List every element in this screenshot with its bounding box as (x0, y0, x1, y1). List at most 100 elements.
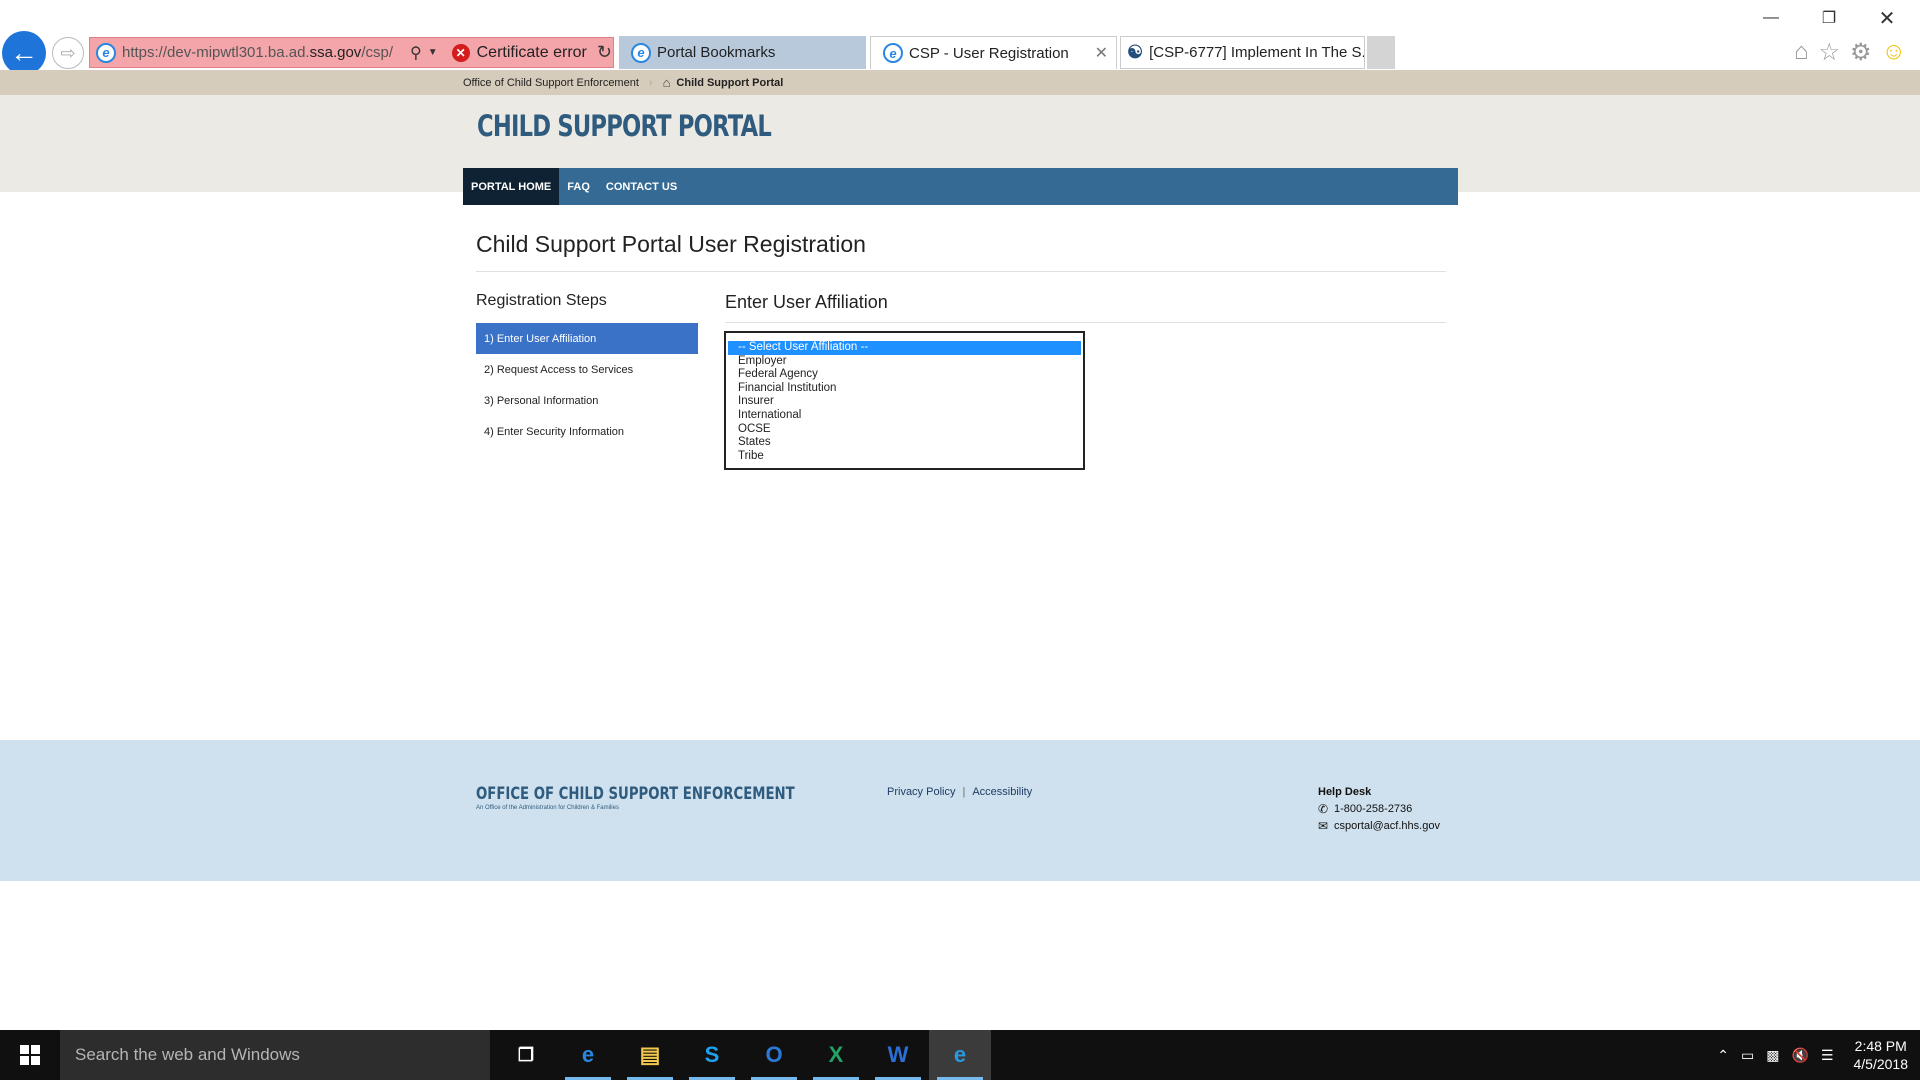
envelope-icon: ✉ (1318, 819, 1329, 833)
breadcrumb: Office of Child Support Enforcement › ⌂ … (463, 70, 783, 95)
address-url[interactable]: https://dev-mipwtl301.ba.ad.ssa.gov/csp/ (122, 44, 404, 61)
minimize-icon[interactable]: — (1748, 6, 1794, 30)
help-email-link[interactable]: csportal@acf.hhs.gov (1334, 820, 1440, 832)
network-icon[interactable]: ▩ (1766, 1047, 1779, 1064)
ocse-logo-subtitle: An Office of the Administration for Chil… (476, 805, 619, 811)
help-desk: Help Desk ✆ 1-800-258-2736 ✉ csportal@ac… (1318, 786, 1440, 836)
url-domain: ssa.gov (309, 44, 362, 61)
arrow-right-icon: ⇨ (60, 42, 76, 63)
breadcrumb-current: Child Support Portal (676, 76, 784, 89)
home-icon[interactable]: ⌂ (1794, 38, 1809, 67)
cert-error-label[interactable]: Certificate error (477, 44, 587, 62)
start-button[interactable] (0, 1030, 60, 1080)
step-security-information[interactable]: 4) Enter Security Information (476, 416, 698, 447)
tab-jira-issue[interactable]: ☯ [CSP-6777] Implement In The S... (1120, 36, 1365, 69)
accessibility-link[interactable]: Accessibility (972, 786, 1032, 798)
refresh-icon[interactable]: ↻ (597, 42, 612, 63)
chevron-up-icon[interactable]: ⌃ (1717, 1047, 1729, 1064)
nav-portal-home[interactable]: PORTAL HOME (463, 168, 560, 205)
windows-taskbar: Search the web and Windows ❐ e ▤ S O X W… (0, 1030, 1920, 1080)
divider (725, 322, 1446, 323)
url-prefix: https://dev-mipwtl301.ba.ad. (122, 44, 310, 61)
volume-muted-icon[interactable]: 🔇 (1792, 1047, 1809, 1064)
restore-icon[interactable]: ❐ (1806, 6, 1852, 30)
affiliation-option[interactable]: OCSE (728, 423, 1081, 437)
divider (476, 271, 1446, 272)
jira-icon: ☯ (1127, 42, 1144, 62)
tab-label: [CSP-6777] Implement In The S... (1149, 44, 1365, 61)
help-email-row: ✉ csportal@acf.hhs.gov (1318, 819, 1440, 833)
ocse-logo-title: OFFICE OF CHILD SUPPORT ENFORCEMENT (476, 784, 795, 804)
close-tab-icon[interactable]: ✕ (1095, 43, 1108, 63)
excel-icon[interactable]: X (805, 1030, 867, 1080)
affiliation-option[interactable]: International (728, 409, 1081, 423)
clock-date: 4/5/2018 (1853, 1056, 1909, 1072)
word-icon[interactable]: W (867, 1030, 929, 1080)
skype-icon[interactable]: S (681, 1030, 743, 1080)
step-personal-information[interactable]: 3) Personal Information (476, 385, 698, 416)
footer-link-separator: | (962, 786, 966, 798)
favorites-star-icon[interactable]: ☆ (1818, 38, 1840, 67)
help-phone: 1-800-258-2736 (1334, 803, 1413, 815)
step-request-access[interactable]: 2) Request Access to Services (476, 354, 698, 385)
address-bar[interactable]: e https://dev-mipwtl301.ba.ad.ssa.gov/cs… (89, 37, 614, 68)
tab-portal-bookmarks[interactable]: e Portal Bookmarks (619, 36, 866, 69)
windows-logo-icon (20, 1045, 40, 1065)
clock[interactable]: 2:48 PM 4/5/2018 (1854, 1037, 1909, 1073)
search-icon[interactable]: ⚲ (410, 43, 422, 63)
section-title: Enter User Affiliation (725, 292, 888, 312)
home-lock-icon: ⌂ (662, 75, 671, 90)
notifications-icon[interactable]: ☰ (1821, 1047, 1834, 1064)
footer-links: Privacy Policy | Accessibility (887, 786, 1032, 798)
task-view-icon[interactable]: ❐ (495, 1030, 557, 1080)
outlook-icon[interactable]: O (743, 1030, 805, 1080)
battery-icon[interactable]: ▭ (1741, 1047, 1754, 1064)
close-window-icon[interactable]: ✕ (1864, 6, 1910, 30)
affiliation-option[interactable]: Financial Institution (728, 382, 1081, 396)
portal-title[interactable]: CHILD SUPPORT PORTAL (477, 109, 772, 143)
main-nav: PORTAL HOME FAQ CONTACT US (463, 168, 1458, 205)
cert-error-icon[interactable]: ✕ (451, 43, 470, 62)
system-tray: ⌃ ▭ ▩ 🔇 ☰ 2:48 PM 4/5/2018 (1717, 1030, 1908, 1080)
nav-faq[interactable]: FAQ (559, 168, 598, 205)
ocse-logo[interactable]: OFFICE OF CHILD SUPPORT ENFORCEMENT An O… (476, 784, 885, 811)
ie-page-icon: e (96, 42, 116, 63)
file-explorer-icon[interactable]: ▤ (619, 1030, 681, 1080)
affiliation-option[interactable]: States (728, 436, 1081, 450)
affiliation-option[interactable]: Tribe (728, 450, 1081, 464)
breadcrumb-ocse-link[interactable]: Office of Child Support Enforcement (463, 77, 639, 89)
forward-button[interactable]: ⇨ (52, 37, 84, 69)
affiliation-option[interactable]: Employer (728, 355, 1081, 369)
edge-icon[interactable]: e (557, 1030, 619, 1080)
back-button[interactable]: ← (2, 31, 46, 75)
help-phone-row: ✆ 1-800-258-2736 (1318, 802, 1440, 816)
new-tab-button[interactable] (1367, 36, 1395, 69)
affiliation-option[interactable]: -- Select User Affiliation -- (728, 341, 1081, 355)
breadcrumb-separator: › (648, 76, 653, 89)
url-suffix: /csp/ (361, 44, 393, 61)
feedback-smiley-icon[interactable]: ☺ (1881, 38, 1906, 67)
breadcrumb-bar: Office of Child Support Enforcement › ⌂ … (0, 70, 1920, 95)
page-title: Child Support Portal User Registration (476, 231, 866, 257)
tab-label: Portal Bookmarks (657, 44, 776, 61)
phone-icon: ✆ (1318, 802, 1329, 816)
browser-toolbar: ⌂ ☆ ⚙ ☺ (1794, 38, 1906, 67)
affiliation-option[interactable]: Insurer (728, 395, 1081, 409)
affiliation-option[interactable]: Federal Agency (728, 368, 1081, 382)
taskbar-search-input[interactable]: Search the web and Windows (60, 1030, 490, 1080)
registration-steps: 1) Enter User Affiliation 2) Request Acc… (476, 323, 698, 447)
steps-title: Registration Steps (476, 292, 607, 309)
ie-tab-icon: e (883, 43, 903, 63)
site-footer: OFFICE OF CHILD SUPPORT ENFORCEMENT An O… (0, 740, 1920, 881)
step-enter-user-affiliation[interactable]: 1) Enter User Affiliation (476, 323, 698, 354)
clock-time: 2:48 PM (1854, 1038, 1907, 1054)
user-affiliation-listbox[interactable]: -- Select User Affiliation -- Employer F… (724, 331, 1085, 470)
nav-contact-us[interactable]: CONTACT US (598, 168, 685, 205)
gear-icon[interactable]: ⚙ (1850, 38, 1872, 67)
tab-label: CSP - User Registration (909, 44, 1069, 62)
privacy-policy-link[interactable]: Privacy Policy (887, 786, 955, 798)
tab-csp-user-registration[interactable]: e CSP - User Registration ✕ (870, 36, 1117, 69)
arrow-left-icon: ← (10, 37, 38, 68)
chevron-down-icon[interactable]: ▼ (428, 47, 438, 58)
internet-explorer-icon[interactable]: e (929, 1030, 991, 1080)
